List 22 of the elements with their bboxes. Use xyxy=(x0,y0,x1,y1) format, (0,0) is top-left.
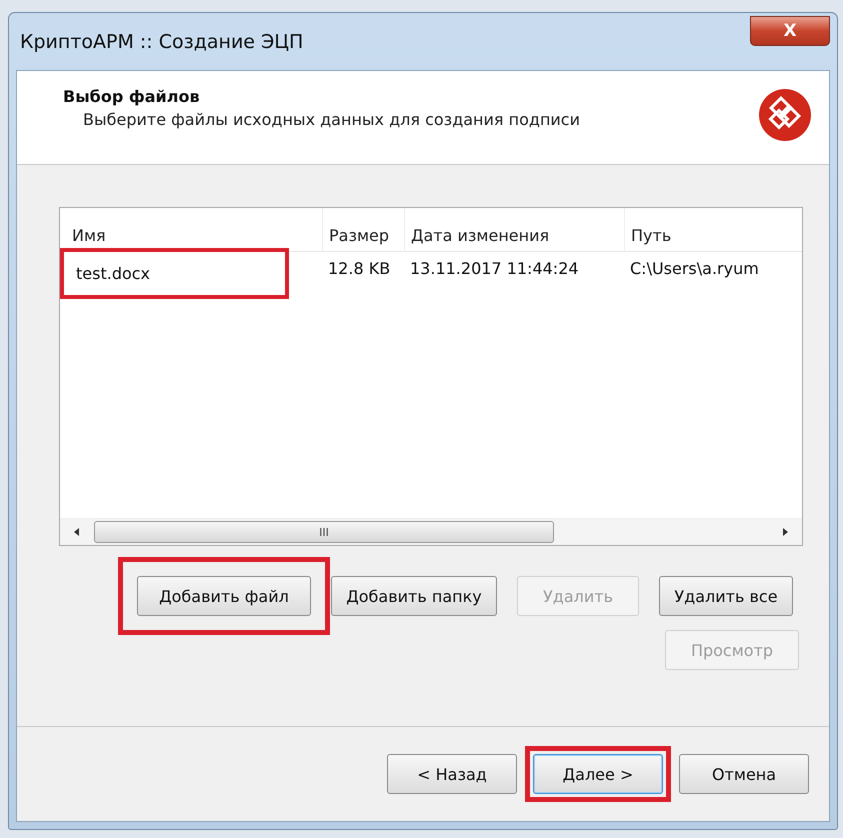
table-cell-text: 13.11.2017 11:44:24 xyxy=(409,258,580,280)
right-arrow-icon[interactable] xyxy=(780,527,790,537)
close-button[interactable]: X xyxy=(750,16,830,46)
scrollbar-thumb[interactable]: III xyxy=(94,521,554,543)
left-arrow-icon[interactable] xyxy=(72,527,82,537)
file-button[interactable]: Добавить папку xyxy=(331,576,497,616)
column-header[interactable]: Путь xyxy=(624,208,802,252)
file-button[interactable]: Удалить все xyxy=(659,576,793,616)
column-header[interactable]: Размер xyxy=(322,208,404,252)
window-title: КриптоАРМ :: Создание ЭЦП xyxy=(19,30,304,52)
column-header[interactable]: Имя xyxy=(60,208,322,252)
step-subtitle: Выберите файлы исходных данных для создания подписи xyxy=(83,110,580,129)
horizontal-scrollbar[interactable]: III xyxy=(60,518,802,545)
file-button[interactable]: Добавить файл xyxy=(137,576,311,616)
table-cell-text: 12.8 KB xyxy=(327,258,392,280)
nav-button[interactable]: Отмена xyxy=(679,754,809,794)
column-header[interactable]: Дата изменения xyxy=(404,208,624,252)
table-cell-text: C:\Users\a.ryum xyxy=(629,258,760,280)
nav-button[interactable]: < Назад xyxy=(387,754,517,794)
step-title: Выбор файлов xyxy=(63,87,201,106)
logo-icon xyxy=(757,87,813,143)
nav-button[interactable]: Далее > xyxy=(533,754,663,794)
